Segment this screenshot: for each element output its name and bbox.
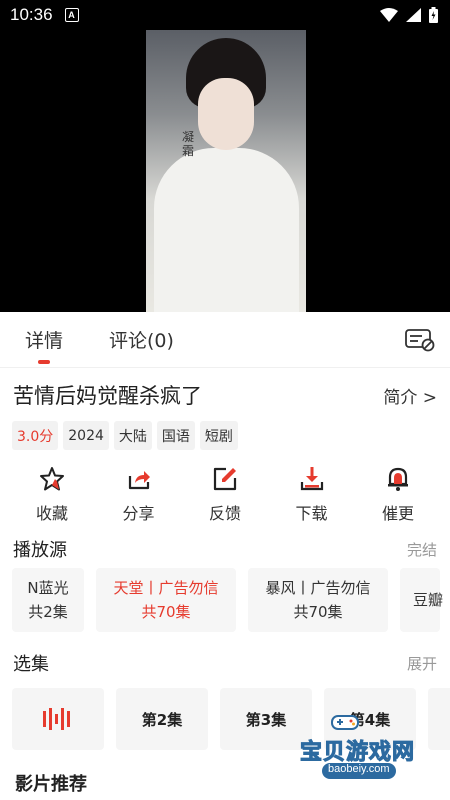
source-count: 共70集 <box>293 603 343 621</box>
favorite-button[interactable]: 收藏 <box>22 466 82 524</box>
edit-icon <box>213 467 237 491</box>
year-tag: 2024 <box>63 421 109 450</box>
download-button[interactable]: 下载 <box>282 466 342 524</box>
source-item[interactable]: 豆瓣 <box>400 568 444 632</box>
tab-comments[interactable]: 评论(0) <box>109 312 174 368</box>
episode-heading: 选集 <box>13 654 49 675</box>
episode-item[interactable]: 第3集 <box>220 688 312 750</box>
video-figure-face <box>198 78 254 150</box>
score-tag: 3.0分 <box>12 421 59 450</box>
bell-icon <box>388 467 408 491</box>
genre-tag: 短剧 <box>199 421 238 450</box>
source-status: 完结 <box>406 540 437 559</box>
feedback-button[interactable]: 反馈 <box>195 466 255 524</box>
detail-tabs: 详情 评论(0) <box>0 312 450 368</box>
action-bar: 收藏 分享 反馈 下载 催更 <box>12 466 438 524</box>
download-icon <box>300 467 323 491</box>
episode-playing[interactable] <box>12 688 104 750</box>
download-label: 下载 <box>295 504 328 523</box>
wifi-icon <box>380 8 398 22</box>
episode-item-partial[interactable] <box>428 688 450 750</box>
gamepad-icon <box>331 715 359 730</box>
watermark-url: baobeiy.com <box>322 763 396 779</box>
source-item[interactable]: 天堂丨广告勿信 共70集 <box>96 568 236 632</box>
playing-bars-icon <box>43 708 70 730</box>
source-item[interactable]: N蓝光 共2集 <box>12 568 84 632</box>
share-label: 分享 <box>122 504 155 523</box>
urge-update-button[interactable]: 催更 <box>368 466 428 524</box>
clock: 10:36 <box>10 5 53 24</box>
drama-title: 苦情后妈觉醒杀疯了 <box>13 384 202 408</box>
video-frame: 凝霜 <box>146 30 306 312</box>
expand-link[interactable]: 展开 <box>407 653 437 674</box>
episode-item[interactable]: 第2集 <box>116 688 208 750</box>
tag-list: 3.0分 2024 大陆 国语 短剧 <box>12 421 238 450</box>
share-icon <box>128 471 150 490</box>
language-tag: 国语 <box>156 421 195 450</box>
favorite-label: 收藏 <box>35 504 68 523</box>
source-count: 共70集 <box>141 603 191 621</box>
region-tag: 大陆 <box>113 421 152 450</box>
danmaku-toggle-icon[interactable] <box>405 327 435 353</box>
source-count: 共2集 <box>28 603 68 621</box>
episode-header: 选集 展开 <box>13 650 437 676</box>
share-button[interactable]: 分享 <box>109 466 169 524</box>
status-bar: 10:36 A <box>0 0 450 30</box>
recommend-heading: 影片推荐 <box>15 774 87 795</box>
source-name: 天堂丨广告勿信 <box>113 579 219 597</box>
signal-icon <box>406 8 421 22</box>
video-caption: 凝霜 <box>182 130 195 158</box>
notification-a-icon: A <box>64 8 79 22</box>
star-icon <box>40 467 64 491</box>
site-watermark: 宝贝游戏网 baobeiy.com <box>299 712 420 782</box>
source-heading: 播放源 <box>13 540 67 561</box>
tab-details[interactable]: 详情 <box>25 312 63 368</box>
source-name: N蓝光 <box>27 579 69 597</box>
title-row: 苦情后妈觉醒杀疯了 简介 > <box>13 380 437 410</box>
feedback-label: 反馈 <box>208 504 241 523</box>
battery-icon <box>429 7 438 23</box>
source-name: 暴风丨广告勿信 <box>265 579 371 597</box>
source-header: 播放源 完结 <box>13 536 437 562</box>
video-figure-robe <box>154 148 299 312</box>
watermark-title: 宝贝游戏网 <box>299 740 416 766</box>
status-icons <box>380 7 438 23</box>
intro-link[interactable]: 简介 > <box>383 383 437 408</box>
source-name: 豆瓣 <box>413 591 444 609</box>
video-player[interactable]: 凝霜 <box>0 30 450 312</box>
source-item[interactable]: 暴风丨广告勿信 共70集 <box>248 568 388 632</box>
source-list: N蓝光 共2集 天堂丨广告勿信 共70集 暴风丨广告勿信 共70集 豆瓣 <box>12 568 444 632</box>
urge-update-label: 催更 <box>381 504 414 523</box>
